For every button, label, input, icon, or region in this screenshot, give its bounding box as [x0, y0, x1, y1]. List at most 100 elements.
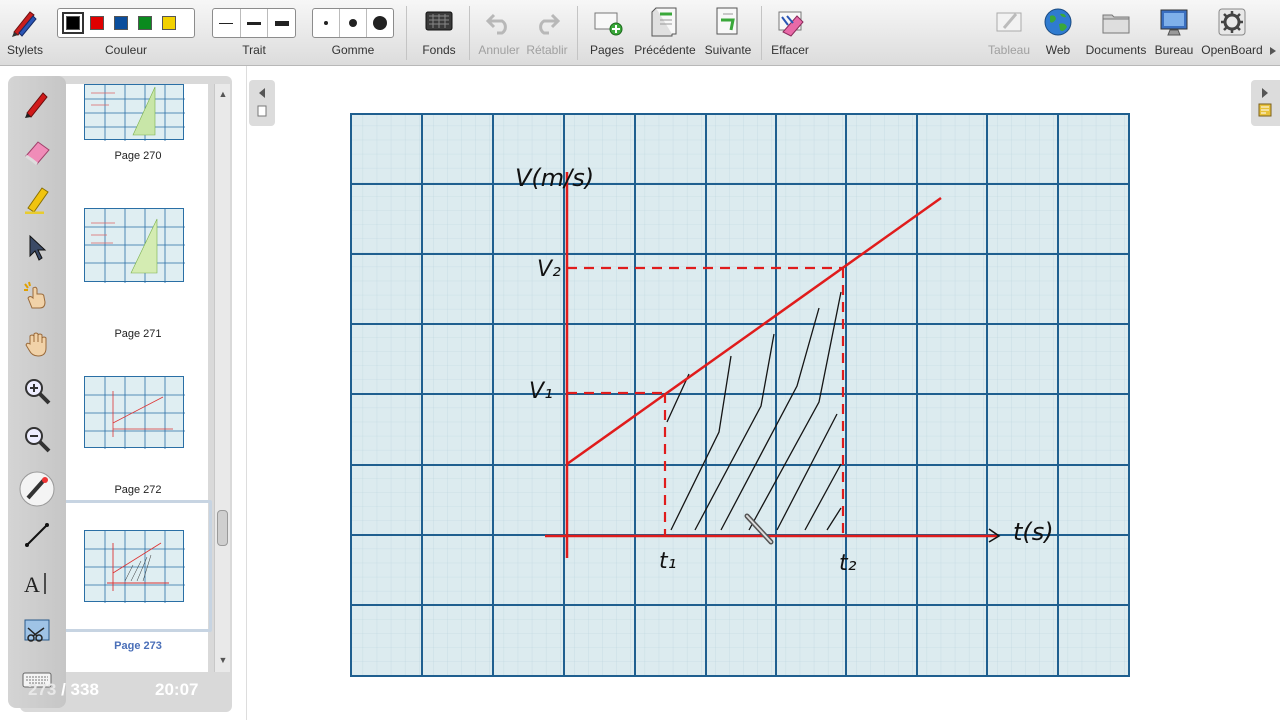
toolbar-separator — [577, 6, 578, 60]
eraser-size-medium[interactable] — [340, 9, 367, 37]
current-page-number: 273 — [28, 680, 57, 699]
capture-scissors-icon[interactable] — [22, 616, 52, 646]
selector-arrow-icon[interactable] — [22, 232, 52, 262]
page-270-preview — [84, 84, 185, 141]
color-swatch-black[interactable] — [62, 12, 84, 34]
page-counter-separator: / — [56, 680, 71, 699]
line-tool-icon[interactable] — [22, 520, 52, 550]
fonds-button[interactable]: Fonds — [414, 0, 464, 66]
couleur-label: Couleur — [104, 43, 148, 57]
color-swatch-yellow[interactable] — [162, 16, 176, 30]
line-width-selector — [212, 8, 296, 38]
y-axis-label: V(m/s) — [515, 164, 594, 192]
annuler-button[interactable]: Annuler — [474, 0, 524, 66]
pen-icon[interactable] — [22, 88, 52, 118]
precedente-label: Précédente — [634, 43, 696, 57]
eraser-size-small[interactable] — [313, 9, 340, 37]
v1-label: V₁ — [529, 379, 553, 404]
text-tool-icon[interactable]: A — [22, 568, 52, 598]
page-271-preview-graphic — [85, 209, 185, 283]
eraser-size-group: Gomme — [310, 0, 396, 66]
line-width-medium[interactable] — [241, 9, 269, 37]
toolbar-separator — [469, 6, 470, 60]
total-pages: 338 — [70, 680, 99, 699]
pages-label: Pages — [589, 43, 625, 57]
zoom-in-icon[interactable] — [22, 376, 52, 406]
current-page-highlight — [62, 500, 212, 632]
color-swatch-green[interactable] — [138, 16, 152, 30]
stylets-label: Stylets — [6, 43, 43, 57]
scroll-down-arrow-icon[interactable]: ▼ — [217, 652, 229, 668]
marker-icon[interactable] — [22, 184, 52, 214]
bureau-label: Bureau — [1154, 43, 1194, 57]
line-width-thin[interactable] — [213, 9, 241, 37]
main-toolbar: Stylets Couleur Trait Gomme Fonds Annule… — [0, 0, 1280, 66]
collapse-right-panel-button[interactable] — [1251, 80, 1280, 126]
retablir-label: Rétablir — [526, 43, 568, 57]
trait-label: Trait — [242, 43, 266, 57]
collapse-right-icon — [1258, 88, 1272, 117]
documents-button[interactable]: Documents — [1084, 0, 1148, 66]
color-swatch-red[interactable] — [90, 16, 104, 30]
tool-column: A — [8, 76, 66, 708]
folder-icon — [1102, 14, 1130, 34]
effacer-label: Effacer — [771, 43, 809, 57]
globe-icon — [1044, 8, 1072, 36]
svg-text:A: A — [24, 572, 40, 597]
precedente-button[interactable]: Précédente — [632, 0, 698, 66]
hand-pan-icon[interactable] — [22, 328, 52, 358]
pages-button[interactable]: Pages — [582, 0, 632, 66]
page-273-label: Page 273 — [114, 640, 162, 652]
retablir-button[interactable]: Rétablir — [524, 0, 570, 66]
add-page-icon — [594, 12, 623, 36]
settings-gear-icon — [1218, 8, 1246, 36]
laser-pointer-icon[interactable] — [18, 470, 56, 508]
scrollbar-thumb[interactable] — [217, 510, 228, 546]
clock: 20:07 — [155, 680, 199, 699]
collapse-left-panel-button[interactable] — [249, 80, 275, 126]
page-272-preview — [84, 376, 185, 449]
stylets-button[interactable]: Stylets — [0, 0, 50, 66]
board-divider — [246, 66, 247, 720]
web-label: Web — [1045, 43, 1071, 57]
thumbnail-scrollbar[interactable]: ▲ ▼ — [214, 84, 230, 672]
page-thumbnail-270[interactable]: Page 270 — [68, 84, 204, 170]
zoom-out-icon[interactable] — [22, 424, 52, 454]
page-272-preview-graphic — [85, 377, 185, 449]
background-icon — [425, 11, 453, 31]
color-palette — [57, 8, 195, 38]
page-counter: 273 / 338 — [28, 680, 99, 700]
color-group: Couleur — [54, 0, 198, 66]
line-width-thick[interactable] — [268, 9, 295, 37]
tableau-button[interactable]: Tableau — [986, 0, 1032, 66]
web-button[interactable]: Web — [1036, 0, 1080, 66]
page-thumbnail-272[interactable]: Page 272 — [68, 350, 204, 496]
color-swatch-blue[interactable] — [114, 16, 128, 30]
window-resize-handle[interactable] — [1268, 44, 1278, 56]
collapse-left-icon — [257, 88, 267, 117]
line-width-group: Trait — [210, 0, 298, 66]
suivante-button[interactable]: Suivante — [700, 0, 756, 66]
stylets-icon — [12, 11, 37, 37]
gomme-label: Gomme — [331, 43, 375, 57]
bureau-button[interactable]: Bureau — [1152, 0, 1196, 66]
t2-label: t₂ — [839, 551, 857, 576]
v2-label: V₂ — [537, 257, 561, 282]
board-icon — [996, 12, 1022, 32]
scroll-up-arrow-icon[interactable]: ▲ — [217, 86, 229, 102]
interact-hand-icon[interactable] — [22, 280, 52, 310]
eraser-icon[interactable] — [22, 136, 52, 166]
clear-page-icon — [778, 11, 804, 37]
effacer-button[interactable]: Effacer — [766, 0, 814, 66]
fonds-label: Fonds — [422, 43, 456, 57]
toolbar-separator — [406, 6, 407, 60]
eraser-size-selector — [312, 8, 394, 38]
page-270-label: Page 270 — [114, 150, 162, 162]
annuler-label: Annuler — [478, 43, 520, 57]
page-thumbnail-271[interactable]: Page 271 — [68, 198, 204, 340]
graph-paper-board[interactable]: V(m/s) t(s) V₂ V₁ t₁ t₂ — [349, 112, 1133, 680]
openboard-label: OpenBoard — [1201, 43, 1263, 57]
redo-icon — [539, 13, 561, 35]
eraser-size-large[interactable] — [367, 9, 393, 37]
openboard-button[interactable]: OpenBoard — [1200, 0, 1264, 66]
